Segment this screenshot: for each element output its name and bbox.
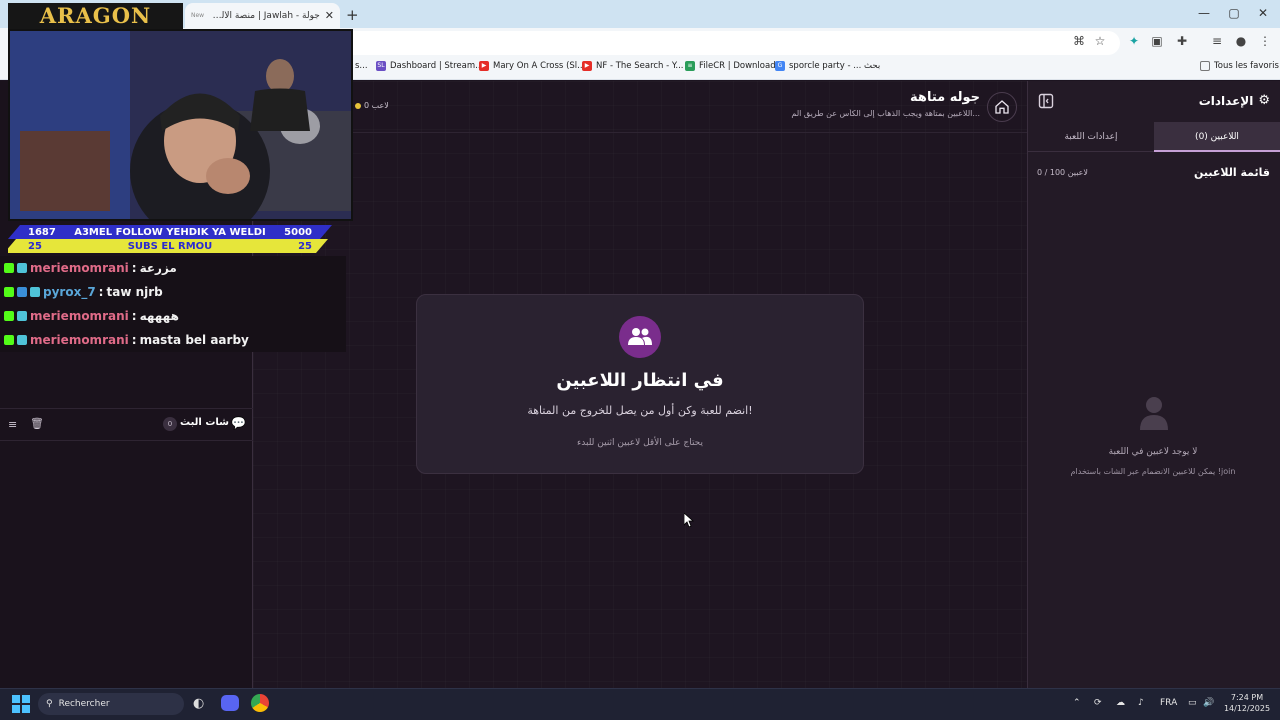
waiting-note: يحتاج على الأقل لاعبين اثنين للبدء	[577, 438, 703, 448]
bookmark-item[interactable]: Gsporcle party - ... بحث	[775, 61, 880, 71]
collapse-panel-icon[interactable]	[1038, 93, 1054, 109]
volume-icon[interactable]: 🔊	[1203, 698, 1214, 708]
maximize-icon[interactable]: ▢	[1224, 6, 1244, 20]
tab-favicon: New	[191, 12, 205, 19]
tab-game-settings[interactable]: إعدادات اللعبة	[1028, 122, 1154, 152]
display-icon[interactable]: ▭	[1188, 698, 1197, 708]
empty-players-title: لا يوجد لاعبين في اللعبة	[1108, 447, 1198, 457]
chevron-up-icon[interactable]: ⌃	[1073, 698, 1081, 708]
game-title: جوله متاهة	[910, 90, 980, 105]
google-icon: G	[775, 61, 785, 71]
close-tab-icon[interactable]: ✕	[325, 9, 334, 22]
bookmark-icon: SL	[376, 61, 386, 71]
subs-goal-row: 25 SUBS EL RMOU 25	[28, 240, 312, 252]
home-icon	[995, 100, 1009, 114]
microphone-icon[interactable]: ♪	[1138, 698, 1144, 708]
app-icon[interactable]: ◐	[193, 696, 204, 711]
profile-icon[interactable]: ●	[1232, 34, 1250, 48]
mod-badge-icon	[17, 287, 27, 297]
trash-icon[interactable]: 🗑	[30, 417, 44, 430]
settings-title: الإعدادات ⚙	[1198, 93, 1270, 108]
chat-count-badge: 0	[163, 417, 177, 431]
tab-players[interactable]: اللاعبين (0)	[1154, 122, 1280, 152]
minimize-icon[interactable]: —	[1194, 6, 1214, 20]
taskbar-search[interactable]: ⚲ Rechercher	[38, 693, 184, 715]
user-placeholder-icon	[1140, 397, 1168, 430]
players-list-title: قائمة اللاعبين	[1194, 166, 1270, 179]
translate-icon[interactable]: ⌘	[1070, 34, 1088, 48]
language-indicator[interactable]: FRA	[1160, 698, 1177, 708]
star-icon[interactable]: ☆	[1091, 34, 1109, 48]
youtube-icon: ▶	[479, 61, 489, 71]
sub-badge-icon	[17, 263, 27, 273]
extension-icon-2[interactable]: ▣	[1148, 34, 1166, 48]
sub-badge-icon	[17, 335, 27, 345]
follow-goal-row: 1687 A3MEL FOLLOW YEHDIK YA WELDI 5000	[28, 226, 312, 238]
users-icon	[619, 316, 661, 358]
status-dot-icon	[355, 102, 361, 109]
players-indicator: 0 لاعب	[355, 101, 389, 110]
browser-tab-active[interactable]: New جولة - Jawlah | منصة الألعاب التفاعل…	[185, 3, 340, 28]
bookmark-item[interactable]: ≡ FileCR | Download	[685, 61, 776, 71]
close-window-icon[interactable]: ✕	[1253, 6, 1273, 20]
chat-bubble-icon: 💬	[231, 416, 246, 430]
sort-icon[interactable]: ≡	[8, 418, 17, 431]
gear-icon: ⚙	[1258, 93, 1270, 108]
taskbar-clock[interactable]: 7:24 PM 14/12/2025	[1222, 692, 1272, 714]
tab-title: جولة - Jawlah | منصة الألعاب التفاعلية	[210, 10, 320, 21]
chat-message: meriemomrani : masta bel aarby	[4, 329, 249, 351]
media-icon[interactable]: ≡	[1208, 34, 1226, 48]
sub-badge-icon	[17, 311, 27, 321]
bookmark-item[interactable]: SL Dashboard | Stream...	[376, 61, 483, 71]
discord-icon[interactable]	[221, 695, 239, 711]
game-description: اللاعبين بمتاهة ويجب الذهاب إلى الكأس عن…	[791, 109, 980, 118]
chat-message: meriemomrani : مزرعة	[4, 257, 177, 279]
streamer-logo: ARAGON	[8, 3, 183, 29]
search-icon: ⚲	[46, 699, 53, 709]
kick-badge-icon	[4, 335, 14, 345]
mouse-cursor-icon	[684, 513, 694, 527]
windows-taskbar	[0, 688, 1280, 720]
stream-goal-ticker: 1687 A3MEL FOLLOW YEHDIK YA WELDI 5000 2…	[8, 225, 332, 253]
all-favorites[interactable]: Tous les favoris	[1200, 61, 1279, 71]
sync-icon[interactable]: ⟳	[1094, 698, 1102, 708]
chrome-icon[interactable]	[251, 694, 269, 712]
empty-players-hint: يمكن للاعبين الانضمام عبر الشات باستخدام…	[1070, 467, 1236, 476]
players-count: 0 / 100 لاعبين	[1037, 168, 1088, 177]
cloud-icon[interactable]: ☁	[1116, 698, 1125, 708]
bookmark-item[interactable]: ▶ NF - The Search - Y...	[582, 61, 683, 71]
home-button[interactable]	[987, 92, 1017, 122]
kick-badge-icon	[4, 263, 14, 273]
folder-icon	[1200, 61, 1210, 71]
extension-icon[interactable]: ✦	[1125, 34, 1143, 48]
waiting-subtitle: انضم للعبة وكن أول من يصل للخروج من المت…	[527, 404, 753, 417]
new-tab-button[interactable]: +	[346, 6, 359, 24]
address-bar[interactable]	[340, 31, 1120, 55]
webcam-feed	[8, 29, 353, 221]
kick-badge-icon	[4, 311, 14, 321]
stream-chat-title: شات البث	[180, 417, 229, 428]
chat-message: meriemomrani : ههههه	[4, 305, 179, 327]
puzzle-icon[interactable]: ✚	[1173, 34, 1191, 48]
sub-badge-icon	[30, 287, 40, 297]
kebab-menu-icon[interactable]: ⋮	[1256, 34, 1274, 48]
windows-start-icon[interactable]	[12, 695, 30, 713]
waiting-title: في انتظار اللاعبين	[556, 370, 724, 391]
bookmark-item[interactable]: ▶ Mary On A Cross (Sl...	[479, 61, 585, 71]
chat-message: pyrox_7 : taw njrb	[4, 281, 163, 303]
youtube-icon: ▶	[582, 61, 592, 71]
kick-badge-icon	[4, 287, 14, 297]
filecr-icon: ≡	[685, 61, 695, 71]
bookmark-fragment[interactable]: s...	[355, 61, 368, 71]
